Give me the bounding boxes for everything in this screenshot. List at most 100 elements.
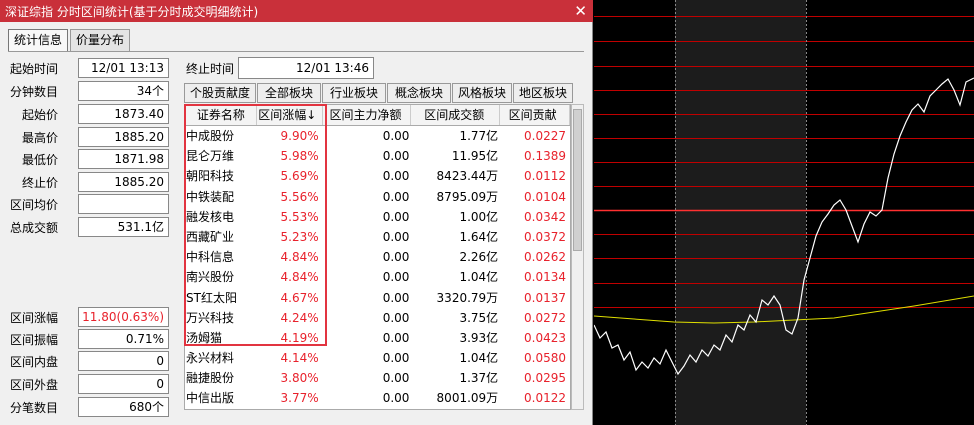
- tab-region-sectors[interactable]: 地区板块: [513, 83, 573, 103]
- tab-industry-sectors[interactable]: 行业板块: [322, 83, 386, 103]
- tab-stats-info[interactable]: 统计信息: [8, 29, 69, 51]
- board-tab-strip: 个股贡献度 全部板块 行业板块 概念板块 风格板块 地区板块: [184, 83, 574, 103]
- stat-value: 12/01 13:13: [78, 58, 169, 78]
- cell-name: 中铁装配: [186, 189, 235, 204]
- table-row[interactable]: 朝阳科技 5.69% 0.00 8423.44万 0.0112: [185, 166, 570, 186]
- scrollbar-thumb[interactable]: [573, 109, 582, 251]
- table-row[interactable]: 昆仑万维 5.98% 0.00 11.95亿 0.1389: [185, 146, 570, 166]
- stat-start-price: 起始价 1873.40: [10, 104, 169, 124]
- close-icon[interactable]: ✕: [574, 1, 587, 21]
- cell-main-net: 0.00: [382, 371, 410, 386]
- stat-start-time: 起始时间 12/01 13:13: [10, 58, 169, 78]
- cell-turnover: 1.64亿: [459, 229, 499, 244]
- cell-contribution: 0.0262: [524, 250, 566, 265]
- cell-contribution: 0.1389: [524, 149, 566, 164]
- col-header-turnover[interactable]: 区间成交额: [411, 105, 501, 125]
- col-header-main-net[interactable]: 区间主力净额: [323, 105, 412, 125]
- tab-all-sectors[interactable]: 全部板块: [257, 83, 321, 103]
- table-row[interactable]: 南兴股份 4.84% 0.00 1.04亿 0.0134: [185, 267, 570, 287]
- cell-contribution: 0.0134: [524, 270, 566, 285]
- tab-stock-contribution[interactable]: 个股贡献度: [184, 83, 256, 103]
- stat-value: 0.71%: [78, 329, 169, 349]
- stat-label: 区间内盘: [10, 354, 59, 369]
- table-row[interactable]: 汤姆猫 4.19% 0.00 3.93亿 0.0423: [185, 328, 570, 348]
- cell-main-net: 0.00: [382, 169, 410, 184]
- col-header-change[interactable]: 区间涨幅↓: [257, 105, 323, 125]
- stat-minute-count: 分钟数目 34个: [10, 81, 169, 101]
- stat-value: 1873.40: [78, 104, 169, 124]
- table-scrollbar[interactable]: [571, 104, 584, 410]
- table-row[interactable]: 融发核电 5.53% 0.00 1.00亿 0.0342: [185, 207, 570, 227]
- cell-name: 南兴股份: [186, 270, 235, 285]
- col-header-contribution[interactable]: 区间贡献: [500, 105, 570, 125]
- cell-contribution: 0.0342: [524, 209, 566, 224]
- cell-main-net: 0.00: [382, 330, 410, 345]
- cell-name: 永兴材料: [186, 351, 235, 366]
- cell-contribution: 0.0580: [524, 351, 566, 366]
- cell-contribution: 0.0122: [524, 391, 566, 406]
- table-row[interactable]: 中铁装配 5.56% 0.00 8795.09万 0.0104: [185, 187, 570, 207]
- stat-label: 终止价: [22, 175, 59, 190]
- stat-label: 起始价: [22, 107, 59, 122]
- cell-turnover: 3320.79万: [436, 290, 499, 305]
- table-row[interactable]: 中信出版 3.77% 0.00 8001.09万 0.0122: [185, 388, 570, 408]
- stat-interval-amplitude: 区间振幅 0.71%: [10, 329, 169, 349]
- end-time-label: 终止时间: [186, 61, 235, 76]
- cell-contribution: 0.0227: [524, 129, 566, 143]
- cell-main-net: 0.00: [382, 129, 410, 143]
- stat-label: 区间外盘: [10, 377, 59, 392]
- cell-name: 万兴科技: [186, 310, 235, 325]
- stat-high-price: 最高价 1885.20: [10, 127, 169, 147]
- stat-interval-change: 区间涨幅 11.80(0.63%): [10, 307, 169, 327]
- tab-strip: 统计信息 价量分布: [8, 29, 132, 51]
- cell-name: ST红太阳: [186, 290, 237, 305]
- cell-main-net: 0.00: [382, 391, 410, 406]
- cell-change: 3.77%: [280, 391, 319, 406]
- stat-value: 0: [78, 351, 169, 371]
- table-body: 中成股份 9.90% 0.00 1.77亿 0.0227 昆仑万维 5.98% 0.00 11.…: [185, 126, 570, 409]
- end-time-value: 12/01 13:46: [238, 57, 374, 79]
- cell-change: 3.80%: [280, 371, 319, 386]
- cell-change: 5.98%: [280, 149, 319, 164]
- stat-value: 1871.98: [78, 149, 169, 169]
- stat-tick-count: 分笔数目 680个: [10, 397, 169, 417]
- titlebar: 深证综指 分时区间统计(基于分时成交明细统计) ✕: [0, 0, 593, 22]
- cell-name: 昆仑万维: [186, 149, 235, 164]
- table-row[interactable]: 中成股份 9.90% 0.00 1.77亿 0.0227: [185, 126, 570, 146]
- cell-change: 9.90%: [280, 129, 319, 143]
- table-row[interactable]: 西藏矿业 5.23% 0.00 1.64亿 0.0372: [185, 227, 570, 247]
- cell-main-net: 0.00: [382, 250, 410, 265]
- cell-main-net: 0.00: [382, 351, 410, 366]
- table-row[interactable]: 永兴材料 4.14% 0.00 1.04亿 0.0580: [185, 348, 570, 368]
- stat-avg-price: 区间均价: [10, 194, 169, 214]
- cell-name: 汤姆猫: [186, 330, 223, 345]
- stat-low-price: 最低价 1871.98: [10, 149, 169, 169]
- stat-label: 最低价: [22, 152, 59, 167]
- cell-name: 中科信息: [186, 250, 235, 265]
- table-row[interactable]: 融捷股份 3.80% 0.00 1.37亿 0.0295: [185, 368, 570, 388]
- cell-name: 中成股份: [186, 129, 235, 143]
- stat-label: 区间均价: [10, 197, 59, 212]
- cell-turnover: 1.00亿: [459, 209, 499, 224]
- stock-table: 证券名称 区间涨幅↓ 区间主力净额 区间成交额 区间贡献 中成股份 9.90% 0.…: [184, 104, 571, 410]
- table-row[interactable]: ST红太阳 4.67% 0.00 3320.79万 0.0137: [185, 288, 570, 308]
- cell-contribution: 0.0423: [524, 330, 566, 345]
- cell-turnover: 8001.09万: [436, 391, 499, 406]
- stat-value: 34个: [78, 81, 169, 101]
- cell-contribution: 0.0272: [524, 310, 566, 325]
- table-row[interactable]: 万兴科技 4.24% 0.00 3.75亿 0.0272: [185, 308, 570, 328]
- tab-style-sectors[interactable]: 风格板块: [452, 83, 512, 103]
- cell-change: 5.23%: [280, 229, 319, 244]
- table-row[interactable]: 中科信息 4.84% 0.00 2.26亿 0.0262: [185, 247, 570, 267]
- tab-concept-sectors[interactable]: 概念板块: [387, 83, 451, 103]
- cell-change: 5.69%: [280, 169, 319, 184]
- col-header-name[interactable]: 证券名称: [185, 105, 257, 125]
- cell-contribution: 0.0104: [524, 189, 566, 204]
- tab-price-volume[interactable]: 价量分布: [70, 29, 131, 51]
- dialog-title: 深证综指 分时区间统计(基于分时成交明细统计): [5, 4, 259, 19]
- cell-change: 5.53%: [280, 209, 319, 224]
- cell-name: 朝阳科技: [186, 169, 235, 184]
- cell-main-net: 0.00: [382, 310, 410, 325]
- stat-label: 起始时间: [10, 61, 59, 76]
- cell-main-net: 0.00: [382, 229, 410, 244]
